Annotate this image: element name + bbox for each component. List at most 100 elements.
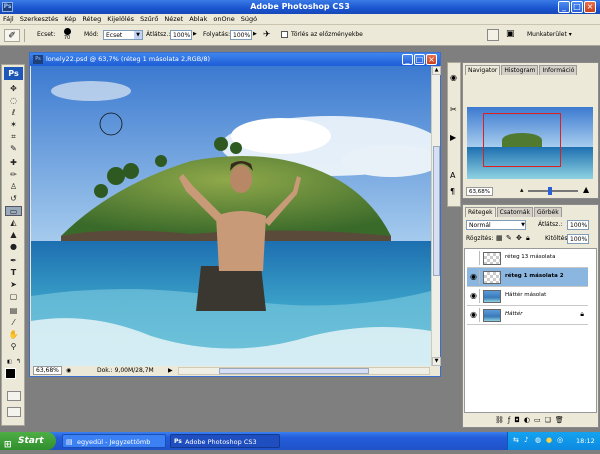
layer-row[interactable]: ◉ réteg 1 másolata 2 bbox=[467, 268, 588, 287]
vertical-scrollbar[interactable]: ▲ ▼ bbox=[431, 66, 441, 366]
palette-well-icon[interactable] bbox=[487, 29, 499, 41]
navigator-zoom-field[interactable]: 63,68% bbox=[466, 187, 493, 196]
link-layers-icon[interactable]: ⛓ bbox=[495, 416, 508, 424]
hscroll-thumb[interactable] bbox=[219, 368, 369, 374]
brush-tool-icon[interactable]: ✏ bbox=[5, 170, 22, 180]
layer-row[interactable]: ◉ Háttér 🔒︎ bbox=[467, 306, 588, 325]
layer-mask-icon[interactable]: ◘ bbox=[514, 416, 524, 424]
swap-colors-icon[interactable]: ↰ bbox=[16, 358, 23, 365]
doc-close-button[interactable]: × bbox=[426, 54, 437, 65]
history-brush-tool-icon[interactable]: ↺ bbox=[5, 194, 22, 204]
healing-brush-tool-icon[interactable]: ✚ bbox=[5, 158, 22, 168]
network-icon[interactable]: ⇆ bbox=[513, 436, 519, 444]
tray-app-icon[interactable]: ◎ bbox=[557, 436, 563, 444]
group-icon[interactable]: ▭ bbox=[534, 416, 545, 424]
minimize-button[interactable]: _ bbox=[558, 1, 570, 13]
pen-tool-icon[interactable]: ✒ bbox=[5, 256, 22, 266]
lock-position-icon[interactable]: ✥ bbox=[516, 234, 522, 242]
character-icon[interactable]: A bbox=[450, 171, 455, 180]
menu-select[interactable]: Kijelölés bbox=[104, 14, 137, 25]
scroll-up-arrow-icon[interactable]: ▲ bbox=[432, 66, 441, 75]
zoom-in-icon[interactable]: ▲ bbox=[583, 185, 589, 194]
shape-tool-icon[interactable]: ▢ bbox=[5, 292, 22, 302]
new-layer-icon[interactable]: ❏ bbox=[545, 416, 555, 424]
blur-tool-icon[interactable]: ▲ bbox=[5, 230, 22, 240]
clone-stamp-tool-icon[interactable]: ♙ bbox=[5, 182, 22, 192]
task-notepad[interactable]: ▤ egyedül - Jegyzettömb bbox=[62, 434, 166, 448]
image-canvas[interactable] bbox=[31, 66, 431, 366]
bridge-icon[interactable]: ▣ bbox=[506, 29, 520, 41]
move-tool-icon[interactable]: ✥ bbox=[5, 84, 22, 94]
menu-help[interactable]: Súgó bbox=[238, 14, 260, 25]
tools-icon[interactable]: ✂ bbox=[450, 105, 457, 114]
marquee-tool-icon[interactable]: ◌ bbox=[5, 96, 22, 106]
navigator-icon[interactable]: ◉ bbox=[450, 73, 457, 82]
workspace-button[interactable]: Munkaterület ▾ bbox=[527, 28, 597, 42]
tab-navigator[interactable]: Navigator bbox=[465, 65, 501, 75]
airbrush-icon[interactable]: ✈ bbox=[263, 29, 277, 41]
paragraph-icon[interactable]: ¶ bbox=[450, 187, 455, 196]
opacity-slider-arrow-icon[interactable]: ▶ bbox=[193, 31, 197, 37]
zoom-out-icon[interactable]: ▴ bbox=[520, 186, 524, 194]
menu-edit[interactable]: Szerkesztés bbox=[17, 14, 61, 25]
navigator-view-box[interactable] bbox=[483, 113, 561, 167]
paint-bucket-tool-icon[interactable]: ◭ bbox=[5, 218, 22, 228]
actions-icon[interactable]: ▶ bbox=[450, 133, 456, 142]
visibility-toggle[interactable] bbox=[468, 251, 480, 265]
zoom-tool-icon[interactable]: ⚲ bbox=[5, 342, 22, 352]
scroll-down-arrow-icon[interactable]: ▼ bbox=[432, 357, 441, 366]
opacity-field[interactable]: 100% bbox=[170, 30, 192, 40]
slice-tool-icon[interactable]: ✎ bbox=[5, 144, 22, 154]
menu-view[interactable]: Nézet bbox=[161, 14, 186, 25]
start-button[interactable]: ⊞ Start bbox=[0, 432, 56, 450]
quick-mask-icon[interactable] bbox=[7, 391, 21, 401]
status-menu-icon[interactable]: ◉ bbox=[66, 366, 71, 376]
eraser-tool-icon[interactable]: ▭ bbox=[5, 206, 22, 216]
lasso-tool-icon[interactable]: ℓ bbox=[5, 108, 22, 118]
default-colors-icon[interactable]: ◧ bbox=[7, 359, 13, 365]
crop-tool-icon[interactable]: ⌗ bbox=[5, 132, 22, 142]
layer-row[interactable]: réteg 13 másolata bbox=[467, 249, 588, 268]
task-photoshop[interactable]: Ps Adobe Photoshop CS3 bbox=[170, 434, 280, 448]
foreground-color-swatch[interactable] bbox=[5, 368, 16, 379]
navigator-preview[interactable] bbox=[467, 107, 593, 179]
fill-field[interactable]: 100% bbox=[567, 234, 589, 244]
scroll-thumb[interactable] bbox=[433, 146, 440, 276]
doc-minimize-button[interactable]: _ bbox=[402, 54, 413, 65]
layer-opacity-field[interactable]: 100% bbox=[567, 220, 589, 230]
zoom-slider-thumb[interactable] bbox=[548, 187, 552, 195]
eyedropper-tool-icon[interactable]: ⁄ bbox=[5, 318, 22, 328]
menu-layer[interactable]: Réteg bbox=[79, 14, 104, 25]
lock-pixels-icon[interactable]: ✎ bbox=[506, 234, 512, 242]
eye-icon[interactable]: ◉ bbox=[468, 289, 480, 303]
trash-icon[interactable]: 🗑︎ bbox=[555, 416, 568, 424]
blend-mode-select[interactable]: Normál ▼ bbox=[466, 220, 526, 230]
messenger-icon[interactable]: ● bbox=[546, 436, 552, 444]
menu-onone[interactable]: onOne bbox=[210, 14, 237, 25]
type-tool-icon[interactable]: T bbox=[5, 268, 22, 278]
layer-row[interactable]: ◉ Háttér másolat bbox=[467, 287, 588, 306]
notes-tool-icon[interactable]: ▤ bbox=[5, 306, 22, 316]
eye-icon[interactable]: ◉ bbox=[468, 308, 480, 322]
flow-slider-arrow-icon[interactable]: ▶ bbox=[253, 31, 257, 37]
menu-filter[interactable]: Szűrő bbox=[137, 14, 161, 25]
close-button[interactable]: × bbox=[584, 1, 596, 13]
screen-mode-icon[interactable] bbox=[7, 407, 21, 417]
tab-histogram[interactable]: Histogram bbox=[501, 65, 539, 75]
zoom-slider[interactable] bbox=[528, 187, 578, 195]
lock-all-icon[interactable]: 🔒︎ bbox=[526, 234, 530, 243]
brush-picker[interactable]: 70 bbox=[60, 27, 74, 44]
menu-window[interactable]: Ablak bbox=[186, 14, 210, 25]
antivirus-icon[interactable]: ◍ bbox=[535, 436, 541, 444]
adjustment-layer-icon[interactable]: ◐ bbox=[524, 416, 534, 424]
menu-image[interactable]: Kép bbox=[61, 14, 79, 25]
volume-icon[interactable]: ♪ bbox=[524, 436, 528, 444]
doc-maximize-button[interactable]: □ bbox=[414, 54, 425, 65]
hand-tool-icon[interactable]: ✋ bbox=[5, 330, 22, 340]
tab-layers[interactable]: Rétegek bbox=[465, 207, 496, 217]
maximize-button[interactable]: □ bbox=[571, 1, 583, 13]
path-selection-tool-icon[interactable]: ➤ bbox=[5, 280, 22, 290]
tab-channels[interactable]: Csatornák bbox=[496, 207, 533, 217]
eye-icon[interactable]: ◉ bbox=[468, 270, 480, 284]
lock-transparency-icon[interactable]: ▦ bbox=[496, 234, 503, 242]
